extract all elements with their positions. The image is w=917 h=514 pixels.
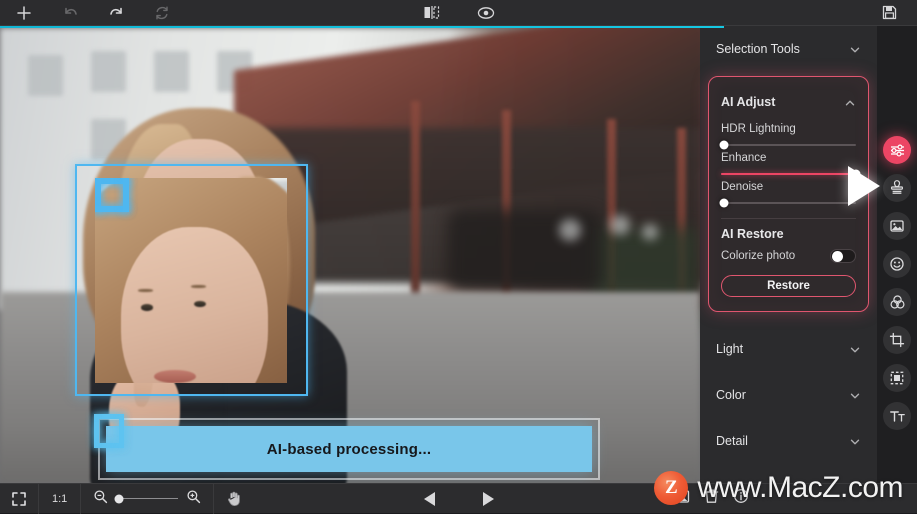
- ai-adjust-card: AI Adjust HDR Lightning Enhance Denoise …: [708, 76, 869, 312]
- selection-icon[interactable]: [883, 364, 911, 392]
- slider-enhance[interactable]: Enhance: [709, 146, 868, 179]
- tool-rail: [877, 26, 917, 513]
- banner-corner-bottom-right: [98, 418, 124, 448]
- processing-banner-text: AI-based processing...: [266, 440, 432, 458]
- colorize-photo-label: Colorize photo: [721, 250, 796, 262]
- chevron-down-icon: [849, 389, 861, 401]
- sidebar-item-detail[interactable]: Detail: [700, 418, 877, 464]
- hdr-lightning-track[interactable]: [719, 140, 856, 150]
- toolbar-right-group: [879, 3, 899, 23]
- zoom-out-icon[interactable]: [93, 489, 108, 509]
- image-icon[interactable]: [883, 212, 911, 240]
- denoise-knob[interactable]: [719, 198, 729, 208]
- slider-denoise[interactable]: Denoise: [709, 175, 868, 208]
- face-zoom-inset[interactable]: [95, 178, 287, 383]
- chevron-down-icon: [849, 435, 861, 447]
- status-bar: 1:1: [0, 483, 917, 514]
- panel-divider: [721, 218, 856, 219]
- restore-button-label: Restore: [767, 280, 810, 292]
- chevron-up-icon: [844, 96, 856, 108]
- hdr-lightning-label: HDR Lightning: [721, 123, 796, 135]
- zoom-ratio-label[interactable]: 1:1: [39, 493, 80, 505]
- enhance-track[interactable]: [721, 169, 861, 179]
- processing-progress-bar: [0, 26, 725, 28]
- toolbar-left-group: [14, 3, 172, 23]
- toolbar-center-group: [399, 3, 519, 23]
- image-navigation: [423, 491, 494, 506]
- processing-banner: AI-based processing...: [94, 414, 600, 480]
- next-image-icon[interactable]: [482, 491, 494, 506]
- sidebar-item-color[interactable]: Color: [700, 372, 877, 418]
- prev-image-icon[interactable]: [423, 491, 435, 506]
- denoise-label: Denoise: [721, 181, 764, 193]
- hand-pan-icon[interactable]: [214, 484, 254, 514]
- colorize-photo-toggle[interactable]: [830, 249, 856, 263]
- restore-button[interactable]: Restore: [721, 275, 856, 297]
- selection-corner-bottom-right: [95, 178, 129, 212]
- text-icon[interactable]: [883, 402, 911, 430]
- color-label: Color: [716, 388, 746, 402]
- delete-icon[interactable]: [704, 488, 719, 509]
- denoise-track[interactable]: [719, 198, 856, 208]
- reset-icon[interactable]: [152, 3, 172, 23]
- redo-icon[interactable]: [106, 3, 126, 23]
- colorize-photo-row[interactable]: Colorize photo: [709, 241, 868, 263]
- top-toolbar: [0, 0, 917, 26]
- undo-icon[interactable]: [60, 3, 80, 23]
- hdr-lightning-knob[interactable]: [719, 140, 729, 150]
- slider-hdr-lightning[interactable]: HDR Lightning: [709, 117, 868, 150]
- app-window: AI-based processing... Selection Tools A…: [0, 0, 917, 514]
- stamp-icon[interactable]: [883, 174, 911, 202]
- save-icon[interactable]: [879, 3, 899, 23]
- chevron-down-icon: [849, 43, 861, 55]
- preview-eye-icon[interactable]: [476, 3, 496, 23]
- fullscreen-icon[interactable]: [0, 484, 38, 514]
- export-image-icon[interactable]: [673, 489, 690, 509]
- image-canvas[interactable]: AI-based processing...: [0, 28, 700, 483]
- zoom-slider-knob[interactable]: [114, 494, 124, 503]
- info-icon[interactable]: [733, 488, 749, 509]
- selection-tools-label: Selection Tools: [716, 42, 800, 56]
- ai-adjust-title: AI Adjust: [721, 95, 776, 109]
- status-bar-right-group: [673, 488, 909, 509]
- adjust-sliders-icon[interactable]: [883, 136, 911, 164]
- zoom-slider[interactable]: [114, 494, 179, 503]
- zoom-in-icon[interactable]: [186, 489, 201, 509]
- color-mix-icon[interactable]: [883, 288, 911, 316]
- ai-adjust-header[interactable]: AI Adjust: [709, 87, 868, 117]
- chevron-down-icon: [849, 343, 861, 355]
- compare-split-icon[interactable]: [422, 3, 442, 23]
- face-smiley-icon[interactable]: [883, 250, 911, 278]
- mouse-cursor: [848, 166, 880, 206]
- detail-label: Detail: [716, 434, 748, 448]
- zoom-control[interactable]: [81, 489, 213, 509]
- add-icon[interactable]: [14, 3, 34, 23]
- sidebar-item-light[interactable]: Light: [700, 326, 877, 372]
- sidebar-item-selection-tools[interactable]: Selection Tools: [700, 26, 877, 72]
- ai-restore-title: AI Restore: [721, 227, 784, 241]
- enhance-label: Enhance: [721, 152, 767, 164]
- crop-icon[interactable]: [883, 326, 911, 354]
- light-label: Light: [716, 342, 744, 356]
- adjustments-panel: Selection Tools AI Adjust HDR Lightning: [700, 26, 877, 513]
